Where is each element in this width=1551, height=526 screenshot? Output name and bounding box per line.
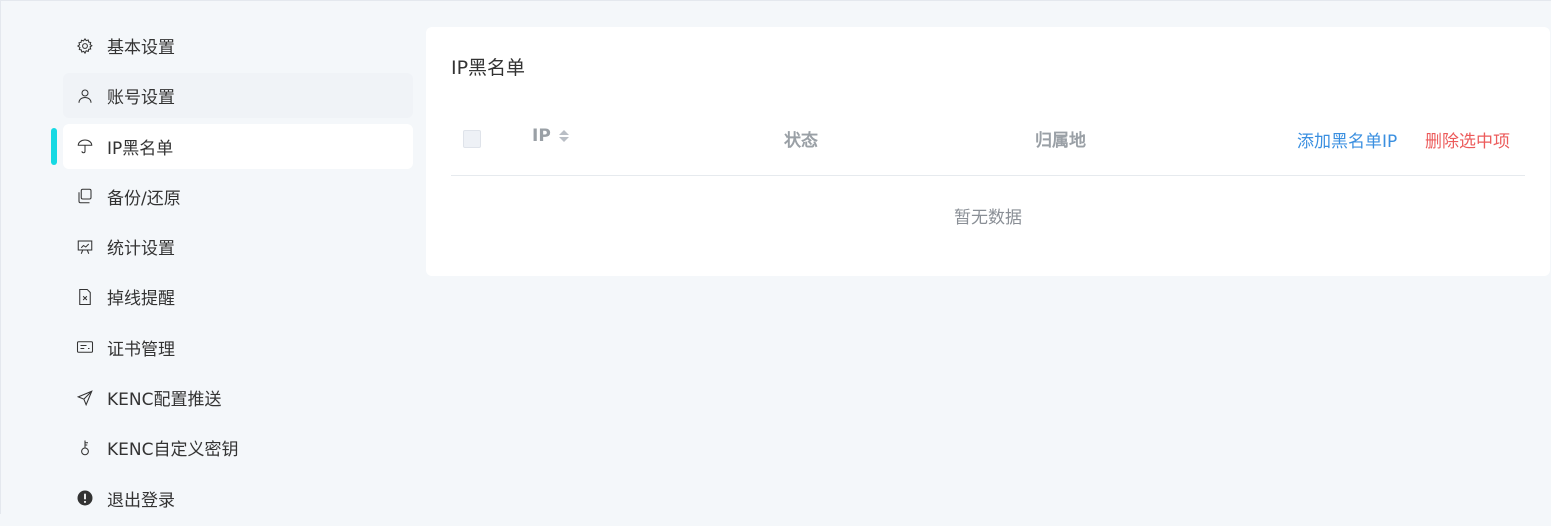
active-indicator <box>51 127 57 165</box>
sidebar: 基本设置 账号设置 IP黑名单 备份/还原 统计设置 掉线提醒 证书管理 KEN… <box>51 23 413 526</box>
sidebar-item-label: 备份/还原 <box>107 188 181 209</box>
exclamation-circle-icon <box>75 488 95 508</box>
sort-icon[interactable] <box>558 130 569 142</box>
sidebar-item-label: 基本设置 <box>107 38 175 58</box>
sidebar-item-label: IP黑名单 <box>107 138 174 159</box>
gear-icon <box>75 36 95 56</box>
sidebar-item-label: 掉线提醒 <box>107 289 175 310</box>
column-header-ip[interactable]: IP <box>532 126 569 146</box>
key-icon <box>75 438 95 458</box>
umbrella-icon <box>75 136 95 156</box>
file-x-icon <box>75 287 95 307</box>
sidebar-item-backup-restore[interactable]: 备份/还原 <box>63 174 413 219</box>
send-icon <box>75 388 95 408</box>
ip-blacklist-panel: IP黑名单 IP 状态 归属地 添加黑名单IP 删除选中项 暂无数据 <box>426 27 1550 276</box>
sidebar-item-label: 证书管理 <box>107 339 175 360</box>
sidebar-item-label: KENC配置推送 <box>107 390 222 411</box>
sidebar-item-basic-settings[interactable]: 基本设置 <box>63 23 413 68</box>
sidebar-item-label: KENC自定义密钥 <box>107 440 239 461</box>
user-icon <box>75 86 95 106</box>
empty-state-text: 暂无数据 <box>954 208 1022 228</box>
page-title: IP黑名单 <box>451 57 526 79</box>
presentation-icon <box>75 237 95 257</box>
sidebar-item-offline-alert[interactable]: 掉线提醒 <box>63 274 413 319</box>
add-blacklist-ip-button[interactable]: 添加黑名单IP <box>1297 127 1397 152</box>
sidebar-item-certificate-management[interactable]: 证书管理 <box>63 325 413 370</box>
select-all-checkbox[interactable] <box>463 130 481 148</box>
column-header-region: 归属地 <box>1035 131 1086 151</box>
sidebar-item-statistics-settings[interactable]: 统计设置 <box>63 224 413 269</box>
app-frame: 基本设置 账号设置 IP黑名单 备份/还原 统计设置 掉线提醒 证书管理 KEN… <box>0 0 1551 514</box>
sidebar-item-account-settings[interactable]: 账号设置 <box>63 73 413 119</box>
sidebar-item-label: 退出登录 <box>107 490 175 511</box>
sidebar-item-kenc-custom-key[interactable]: KENC自定义密钥 <box>63 425 413 470</box>
sidebar-item-label: 账号设置 <box>107 88 175 109</box>
delete-selected-button[interactable]: 删除选中项 <box>1425 127 1510 152</box>
column-header-status: 状态 <box>784 131 818 151</box>
certificate-icon <box>75 337 95 357</box>
sidebar-item-kenc-config-push[interactable]: KENC配置推送 <box>63 375 413 420</box>
table-header: IP 状态 归属地 添加黑名单IP 删除选中项 <box>451 119 1525 176</box>
sidebar-item-ip-blacklist[interactable]: IP黑名单 <box>51 123 413 169</box>
copy-icon <box>75 186 95 206</box>
sidebar-item-label: 统计设置 <box>107 239 175 260</box>
column-header-label: IP <box>532 126 551 146</box>
